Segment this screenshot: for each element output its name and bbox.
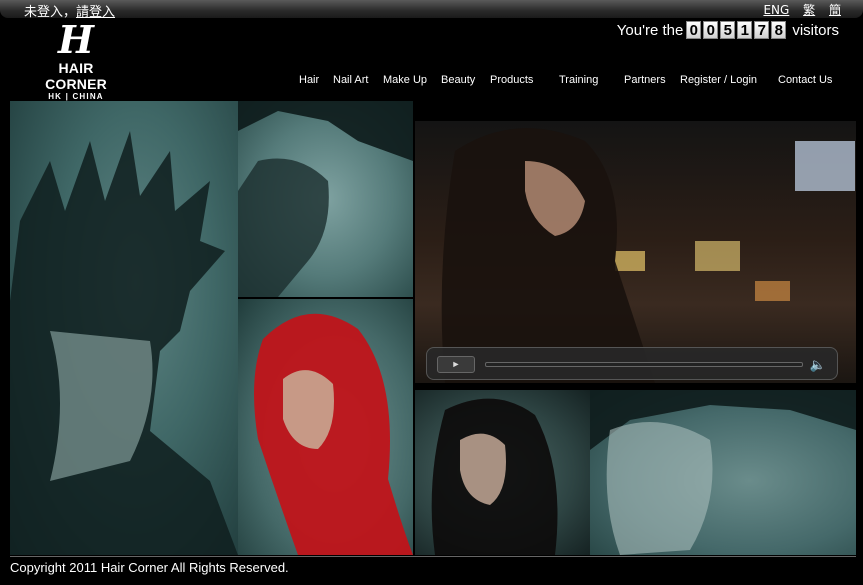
site-logo[interactable]: H HAIR CORNER HK | CHINA [26, 17, 126, 102]
photo-spiky-hair-model [10, 101, 238, 555]
visitor-digit: 8 [771, 21, 787, 39]
nav-register-login[interactable]: Register / Login [680, 74, 757, 90]
nav-make-up[interactable]: Make Up [383, 74, 427, 90]
lang-eng[interactable]: ENG [763, 3, 789, 17]
photo-short-hair-model [590, 390, 856, 555]
play-icon: ► [451, 359, 461, 369]
nav-nail-art[interactable]: Nail Art [333, 74, 368, 90]
video-progress-track[interactable] [485, 362, 803, 367]
lang-simplified[interactable]: 簡 [829, 3, 841, 17]
logo-name: HAIR CORNER [45, 60, 107, 92]
top-bar: 未登入，請登入 ENG 繁 簡 [0, 0, 863, 20]
nav-hair[interactable]: Hair [299, 74, 319, 90]
nav-training[interactable]: Training [559, 74, 598, 90]
volume-button[interactable]: 🔈 [807, 355, 829, 374]
short-hair-silhouette [590, 390, 856, 555]
photo-red-hair-model [238, 299, 413, 555]
visitor-digit: 5 [720, 21, 736, 39]
visitor-digit: 1 [737, 21, 753, 39]
visitor-digit: 0 [703, 21, 719, 39]
video-controls: ► 🔈 [426, 347, 838, 380]
woman-silhouette [431, 398, 558, 555]
photo-dark-hair-woman [415, 390, 590, 555]
visitors-prefix: You're the [616, 21, 684, 39]
logo-mark: H [58, 17, 94, 62]
visitors-suffix: visitors [792, 21, 839, 39]
visitor-counter: You're the 0 0 5 1 7 8 visitors [617, 21, 839, 39]
visitor-digit: 0 [686, 21, 702, 39]
logo-sub: HK | CHINA [48, 92, 104, 101]
spiky-hair-silhouette [10, 131, 238, 555]
copyright-text: Copyright 2011 Hair Corner All Rights Re… [10, 560, 289, 575]
visitor-digit: 7 [754, 21, 770, 39]
video-player[interactable] [415, 121, 856, 383]
red-hair-silhouette [254, 313, 413, 555]
play-button[interactable]: ► [437, 356, 475, 373]
nav-products[interactable]: Products [490, 74, 533, 90]
volume-icon: 🔈 [809, 357, 827, 372]
nav-contact-us[interactable]: Contact Us [778, 74, 832, 90]
photo-wind-hair-model [238, 101, 413, 297]
visitor-digits: 0 0 5 1 7 8 [686, 21, 788, 39]
footer-divider [10, 556, 856, 557]
wind-hair-silhouette [238, 101, 413, 297]
city-night-scene [441, 128, 855, 383]
nav-beauty[interactable]: Beauty [441, 74, 475, 90]
language-switcher: ENG 繁 簡 [753, 1, 841, 18]
nav-partners[interactable]: Partners [624, 74, 666, 90]
lang-traditional[interactable]: 繁 [803, 3, 815, 17]
